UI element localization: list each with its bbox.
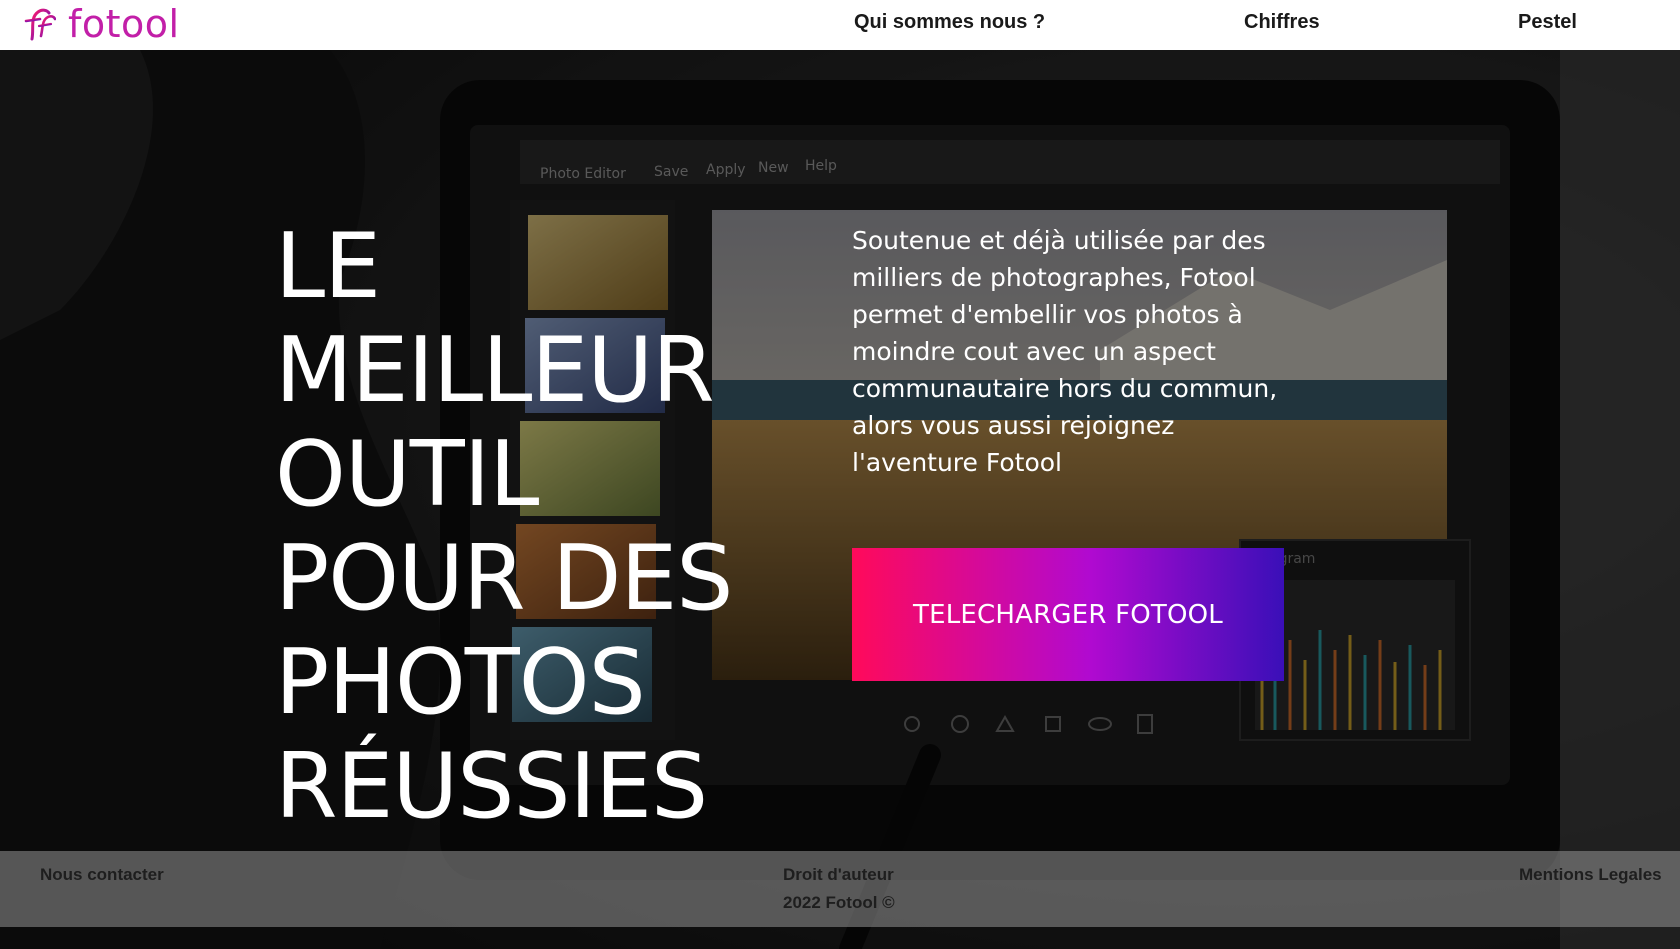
headline-line: LE	[275, 214, 381, 319]
site-footer: Nous contacter Droit d'auteur 2022 Fotoo…	[0, 851, 1680, 927]
site-header: fotool Qui sommes nous ? Chiffres Pestel	[0, 0, 1680, 50]
download-button[interactable]: TELECHARGER FOTOOL	[852, 548, 1284, 681]
contact-link[interactable]: Nous contacter	[40, 865, 164, 885]
logo-icon	[24, 8, 56, 41]
logo-wordmark: fotool	[68, 2, 180, 46]
hero-description: Soutenue et déjà utilisée par des millie…	[852, 226, 1278, 477]
nav-link-pestel[interactable]: Pestel	[1518, 0, 1577, 46]
hero-overlay	[0, 50, 1680, 949]
headline-line: PHOTOS	[275, 630, 646, 735]
copyright-title: Droit d'auteur	[783, 865, 894, 884]
logo[interactable]: fotool	[22, 2, 180, 46]
headline-line: OUTIL	[275, 422, 539, 527]
headline-line: RÉUSSIES	[275, 734, 708, 839]
hero-section: Photo Editor Save Apply New Help ogram L…	[0, 50, 1680, 949]
legal-notice-link[interactable]: Mentions Legales	[1519, 865, 1662, 885]
copyright-text: 2022 Fotool ©	[783, 893, 895, 912]
nav-link-chiffres[interactable]: Chiffres	[1244, 0, 1320, 46]
headline-line: POUR DES	[275, 526, 733, 631]
nav-link-qui-sommes-nous[interactable]: Qui sommes nous ?	[854, 0, 1045, 46]
headline-line: MEILLEUR	[275, 318, 715, 423]
hero-headline: LE MEILLEUR OUTIL POUR DES PHOTOS RÉUSSI…	[275, 214, 733, 839]
